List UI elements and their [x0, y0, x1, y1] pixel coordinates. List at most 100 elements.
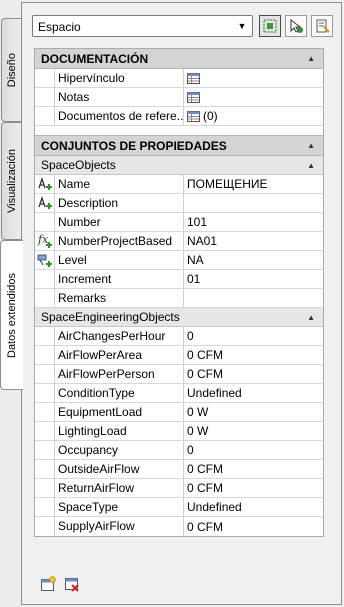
property-row-spacetype[interactable]: SpaceType Undefined — [35, 498, 323, 517]
property-name: LightingLoad — [54, 422, 184, 440]
property-name: ConditionType — [54, 384, 184, 402]
tab-design[interactable]: Diseño — [1, 18, 22, 122]
property-row-remarks[interactable]: Remarks — [35, 289, 323, 308]
property-row-occupancy[interactable]: Occupancy 0 — [35, 441, 323, 460]
auto-property-icon — [37, 195, 52, 209]
property-name: SupplyAirFlow — [54, 517, 184, 536]
add-property-set-icon — [41, 576, 56, 591]
category-documentation[interactable]: DOCUMENTACIÓN ▲ — [35, 49, 323, 69]
property-row-equipmentload[interactable]: EquipmentLoad 0 W — [35, 403, 323, 422]
table-edit-icon[interactable] — [187, 72, 200, 84]
tab-extended-data[interactable]: Datos extendidos — [0, 240, 23, 390]
property-set-title: SpaceObjects — [41, 158, 116, 172]
property-name: NumberProjectBased — [54, 232, 184, 250]
property-value[interactable]: (0) — [184, 107, 323, 125]
property-row-reference-documents[interactable]: Documentos de refere... (0) — [35, 107, 323, 126]
property-name: ReturnAirFlow — [54, 479, 184, 497]
property-name: AirFlowPerPerson — [54, 365, 184, 383]
quick-select-button[interactable] — [285, 15, 307, 37]
edit-style-button[interactable] — [311, 15, 333, 37]
property-set-title: SpaceEngineeringObjects — [41, 310, 180, 324]
collapse-icon[interactable]: ▲ — [307, 49, 315, 69]
property-name: EquipmentLoad — [54, 403, 184, 421]
property-grid: DOCUMENTACIÓN ▲ Hipervínculo Notas Docum… — [34, 48, 324, 537]
property-value[interactable]: Undefined — [184, 384, 323, 402]
property-row-conditiontype[interactable]: ConditionType Undefined — [35, 384, 323, 403]
property-value[interactable]: 0 — [184, 327, 323, 345]
property-value[interactable]: 0 W — [184, 422, 323, 440]
property-name: OutsideAirFlow — [54, 460, 184, 478]
property-row-level[interactable]: Level NA — [35, 251, 323, 270]
property-value[interactable]: ПОМЕЩЕНИЕ — [184, 175, 323, 193]
property-value[interactable]: 01 — [184, 270, 323, 288]
style-select-value: Espacio — [38, 20, 81, 34]
property-row-number[interactable]: Number 101 — [35, 213, 323, 232]
category-property-sets-title: CONJUNTOS DE PROPIEDADES — [41, 139, 227, 153]
pointer-filter-icon — [290, 18, 303, 33]
property-value[interactable]: NA — [184, 251, 323, 269]
property-row-airflowperperson[interactable]: AirFlowPerPerson 0 CFM — [35, 365, 323, 384]
property-name: Description — [54, 194, 184, 212]
property-value[interactable]: 101 — [184, 213, 323, 231]
property-row-description[interactable]: Description — [35, 194, 323, 213]
property-row-hyperlink[interactable]: Hipervínculo — [35, 69, 323, 88]
add-property-set-button[interactable] — [38, 574, 58, 594]
property-name: Documentos de refere... — [54, 107, 184, 125]
table-edit-icon[interactable] — [187, 91, 200, 103]
property-row-supplyairflow[interactable]: SupplyAirFlow 0 CFM — [35, 517, 323, 536]
property-name: Increment — [54, 270, 184, 288]
select-objects-button[interactable] — [259, 15, 281, 37]
property-value[interactable] — [184, 88, 323, 106]
properties-panel: Espacio ▼ DOCUMENTACIÓN ▲ Hipervínculo N… — [21, 2, 342, 605]
property-row-outsideairflow[interactable]: OutsideAirFlow 0 CFM — [35, 460, 323, 479]
property-value[interactable]: 0 — [184, 441, 323, 459]
tab-display[interactable]: Visualización — [1, 122, 22, 240]
remove-property-set-icon — [65, 578, 79, 592]
property-value[interactable] — [184, 194, 323, 212]
category-property-sets[interactable]: CONJUNTOS DE PROPIEDADES ▲ — [35, 136, 323, 156]
collapse-icon[interactable]: ▲ — [307, 136, 315, 156]
property-value[interactable]: 0 CFM — [184, 460, 323, 478]
property-name: Level — [54, 251, 184, 269]
remove-property-set-button[interactable] — [62, 574, 82, 594]
property-value[interactable] — [184, 289, 323, 307]
property-value[interactable]: Undefined — [184, 498, 323, 516]
reference-documents-count: (0) — [203, 109, 218, 123]
formula-property-icon: fx — [37, 233, 52, 248]
property-value[interactable]: 0 CFM — [184, 517, 323, 536]
property-row-airflowperarea[interactable]: AirFlowPerArea 0 CFM — [35, 346, 323, 365]
property-value[interactable]: 0 W — [184, 403, 323, 421]
auto-property-icon — [37, 176, 52, 190]
property-row-lightingload[interactable]: LightingLoad 0 W — [35, 422, 323, 441]
property-name: Name — [54, 175, 184, 193]
property-name: Notas — [54, 88, 184, 106]
property-value[interactable] — [184, 69, 323, 87]
property-value[interactable]: NA01 — [184, 232, 323, 250]
property-name: Hipervínculo — [54, 69, 184, 87]
property-row-returnairflow[interactable]: ReturnAirFlow 0 CFM — [35, 479, 323, 498]
property-set-spaceengineeringobjects[interactable]: SpaceEngineeringObjects ▲ — [35, 308, 323, 327]
collapse-icon[interactable]: ▲ — [307, 308, 315, 327]
property-row-numberprojectbased[interactable]: fx NumberProjectBased NA01 — [35, 232, 323, 251]
style-toolbar: Espacio ▼ — [32, 15, 337, 37]
property-value[interactable]: 0 CFM — [184, 346, 323, 364]
property-row-increment[interactable]: Increment 01 — [35, 270, 323, 289]
add-selection-icon — [263, 19, 277, 33]
chevron-down-icon[interactable]: ▼ — [234, 18, 250, 34]
property-row-airchangesperhour[interactable]: AirChangesPerHour 0 — [35, 327, 323, 346]
location-property-icon — [37, 254, 52, 267]
property-value[interactable]: 0 CFM — [184, 479, 323, 497]
property-name: Number — [54, 213, 184, 231]
property-row-name[interactable]: Name ПОМЕЩЕНИЕ — [35, 175, 323, 194]
property-set-spaceobjects[interactable]: SpaceObjects ▲ — [35, 156, 323, 175]
table-edit-icon[interactable] — [187, 110, 200, 122]
category-documentation-title: DOCUMENTACIÓN — [41, 52, 149, 66]
tab-display-label: Visualización — [6, 148, 18, 213]
collapse-icon[interactable]: ▲ — [307, 156, 315, 175]
vertical-tab-strip: Diseño Visualización Datos extendidos — [0, 0, 23, 607]
style-select[interactable]: Espacio ▼ — [32, 15, 253, 37]
property-name: AirChangesPerHour — [54, 327, 184, 345]
tab-extended-data-label: Datos extendidos — [6, 272, 18, 358]
property-value[interactable]: 0 CFM — [184, 365, 323, 383]
property-row-notes[interactable]: Notas — [35, 88, 323, 107]
